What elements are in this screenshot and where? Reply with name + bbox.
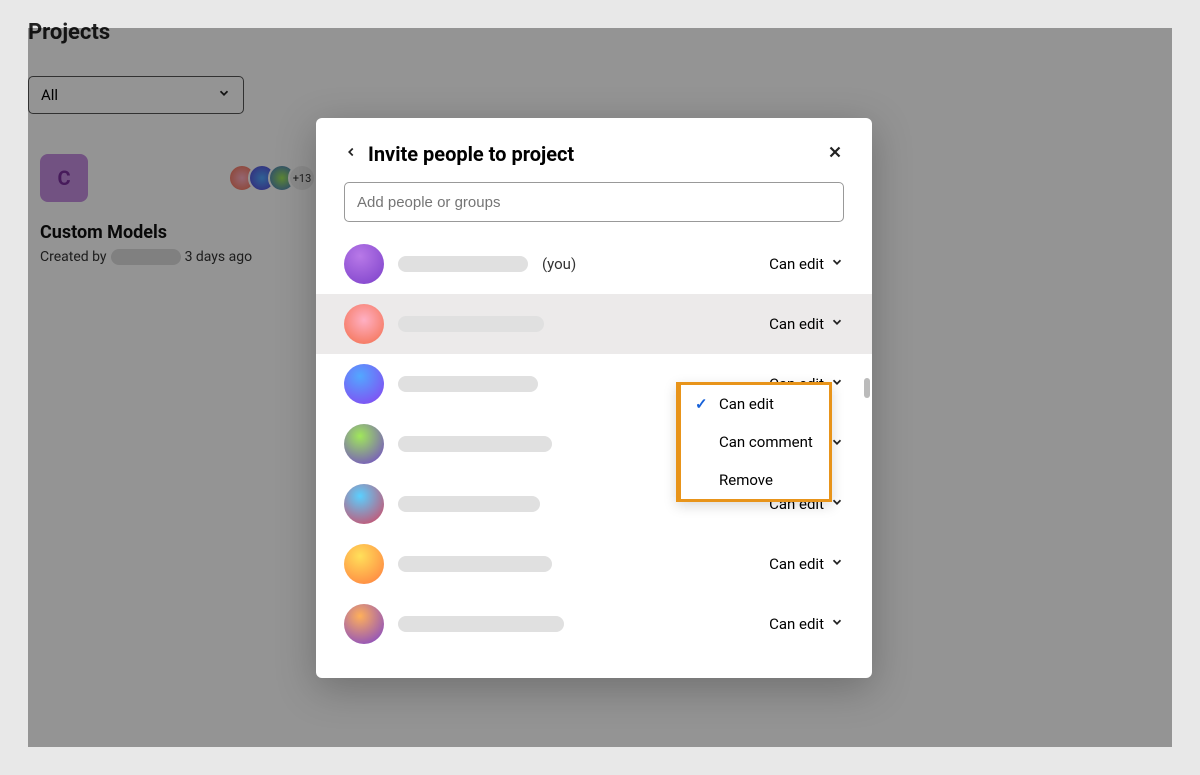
dialog-header: Invite people to project [316, 118, 872, 182]
add-people-input[interactable] [344, 182, 844, 222]
permission-menu-item[interactable]: Remove [681, 461, 829, 499]
person-row: Can edit [316, 594, 872, 654]
permission-label: Can edit [769, 255, 824, 273]
permission-menu-item[interactable]: Can comment [681, 423, 829, 461]
permission-menu-label: Remove [719, 471, 773, 489]
permission-dropdown[interactable]: Can edit [769, 255, 844, 273]
person-name-redacted [398, 556, 552, 572]
avatar [344, 424, 384, 464]
back-icon[interactable] [344, 143, 358, 165]
chevron-down-icon [830, 435, 844, 453]
dialog-title: Invite people to project [368, 142, 816, 166]
permission-label: Can edit [769, 555, 824, 573]
permission-menu-label: Can comment [719, 433, 813, 451]
check-icon: ✓ [695, 395, 709, 413]
person-name-redacted [398, 256, 528, 272]
chevron-down-icon [830, 615, 844, 633]
person-name-redacted [398, 496, 540, 512]
person-name-redacted [398, 376, 538, 392]
scrollbar-thumb[interactable] [864, 378, 870, 398]
permission-dropdown[interactable]: Can edit [769, 555, 844, 573]
person-name-redacted [398, 616, 564, 632]
chevron-down-icon [830, 255, 844, 273]
chevron-down-icon [830, 315, 844, 333]
chevron-down-icon [830, 375, 844, 393]
permission-label: Can edit [769, 315, 824, 333]
avatar [344, 544, 384, 584]
you-suffix: (you) [542, 255, 576, 273]
person-name-redacted [398, 316, 544, 332]
avatar [344, 304, 384, 344]
avatar [344, 484, 384, 524]
permission-menu-label: Can edit [719, 395, 774, 413]
person-name-redacted [398, 436, 552, 452]
person-row: (you) Can edit [316, 234, 872, 294]
avatar [344, 364, 384, 404]
close-icon[interactable] [826, 143, 844, 166]
avatar [344, 604, 384, 644]
permission-menu: ✓ Can edit Can comment Remove [676, 382, 832, 502]
person-row: Can edit [316, 534, 872, 594]
permission-dropdown[interactable]: Can edit [769, 315, 844, 333]
avatar [344, 244, 384, 284]
person-row: Can edit [316, 294, 872, 354]
permission-menu-item[interactable]: ✓ Can edit [681, 385, 829, 423]
chevron-down-icon [830, 495, 844, 513]
permission-label: Can edit [769, 615, 824, 633]
search-row [316, 182, 872, 234]
permission-dropdown[interactable]: Can edit [769, 615, 844, 633]
chevron-down-icon [830, 555, 844, 573]
